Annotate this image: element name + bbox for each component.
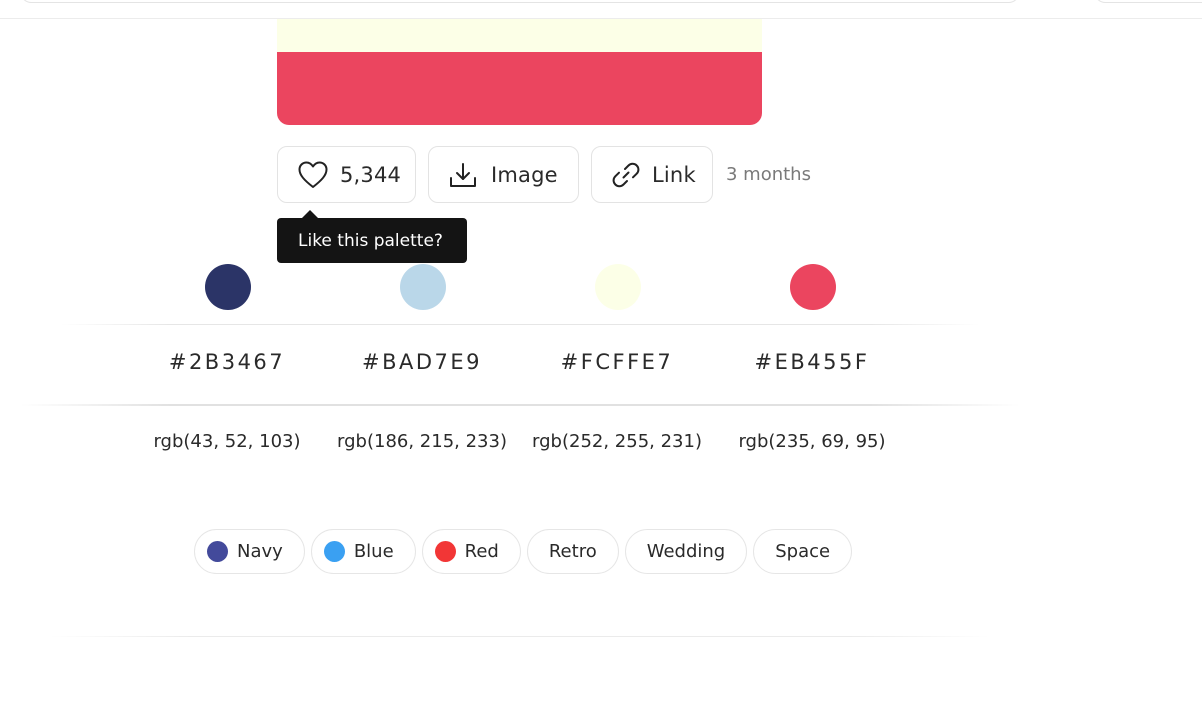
heart-icon — [298, 161, 328, 189]
link-label: Link — [652, 162, 696, 187]
palette-preview[interactable] — [277, 19, 762, 125]
copy-link-button[interactable]: Link — [591, 146, 713, 203]
tag-color-dot — [434, 541, 456, 562]
palette-age: 3 months — [726, 164, 811, 185]
tooltip-text: Like this palette? — [298, 230, 443, 251]
top-search-bar — [0, 0, 1202, 19]
rgb-code-3[interactable]: rgb(252, 255, 231) — [517, 431, 717, 452]
hex-code-4[interactable]: #EB455F — [712, 350, 912, 374]
tag-label: Blue — [353, 541, 394, 562]
tag-navy[interactable]: Navy — [194, 529, 305, 574]
hex-code-1[interactable]: #2B3467 — [127, 350, 327, 374]
palette-swatch-eb455f[interactable] — [277, 52, 762, 125]
like-tooltip: Like this palette? — [277, 210, 467, 263]
hex-code-3[interactable]: #FCFFE7 — [517, 350, 717, 374]
tag-retro[interactable]: Retro — [526, 529, 619, 574]
rgb-code-4[interactable]: rgb(235, 69, 95) — [712, 431, 912, 452]
download-icon — [449, 162, 477, 188]
download-image-button[interactable]: Image — [428, 146, 579, 203]
color-dot-4[interactable] — [790, 264, 836, 310]
rgb-code-2[interactable]: rgb(186, 215, 233) — [322, 431, 522, 452]
palette-actions: 5,344 Image Link 3 months — [277, 146, 811, 203]
image-label: Image — [491, 162, 558, 187]
tag-label: Wedding — [646, 541, 726, 562]
divider — [50, 636, 990, 637]
color-dot-3[interactable] — [595, 264, 641, 310]
divider — [60, 324, 980, 325]
tag-color-dot — [323, 541, 345, 562]
tag-label: Red — [464, 541, 499, 562]
search-input[interactable] — [20, 0, 1020, 3]
tag-space[interactable]: Space — [753, 529, 853, 574]
palette-tags: Navy Blue Red Retro Wedding Space — [194, 529, 858, 574]
tag-red[interactable]: Red — [421, 529, 521, 574]
hex-code-2[interactable]: #BAD7E9 — [322, 350, 522, 374]
color-dot-1[interactable] — [205, 264, 251, 310]
tag-label: Space — [775, 541, 831, 562]
header-button[interactable] — [1094, 0, 1202, 3]
link-icon — [612, 161, 640, 189]
tag-label: Retro — [548, 541, 597, 562]
tag-label: Navy — [237, 541, 283, 562]
color-dot-2[interactable] — [400, 264, 446, 310]
tag-blue[interactable]: Blue — [310, 529, 416, 574]
rgb-code-1[interactable]: rgb(43, 52, 103) — [127, 431, 327, 452]
tag-wedding[interactable]: Wedding — [624, 529, 748, 574]
tag-color-dot — [207, 541, 228, 562]
like-button[interactable]: 5,344 — [277, 146, 416, 203]
like-count: 5,344 — [340, 162, 402, 187]
palette-swatch-fcffe7[interactable] — [277, 19, 762, 52]
divider — [20, 404, 1020, 406]
